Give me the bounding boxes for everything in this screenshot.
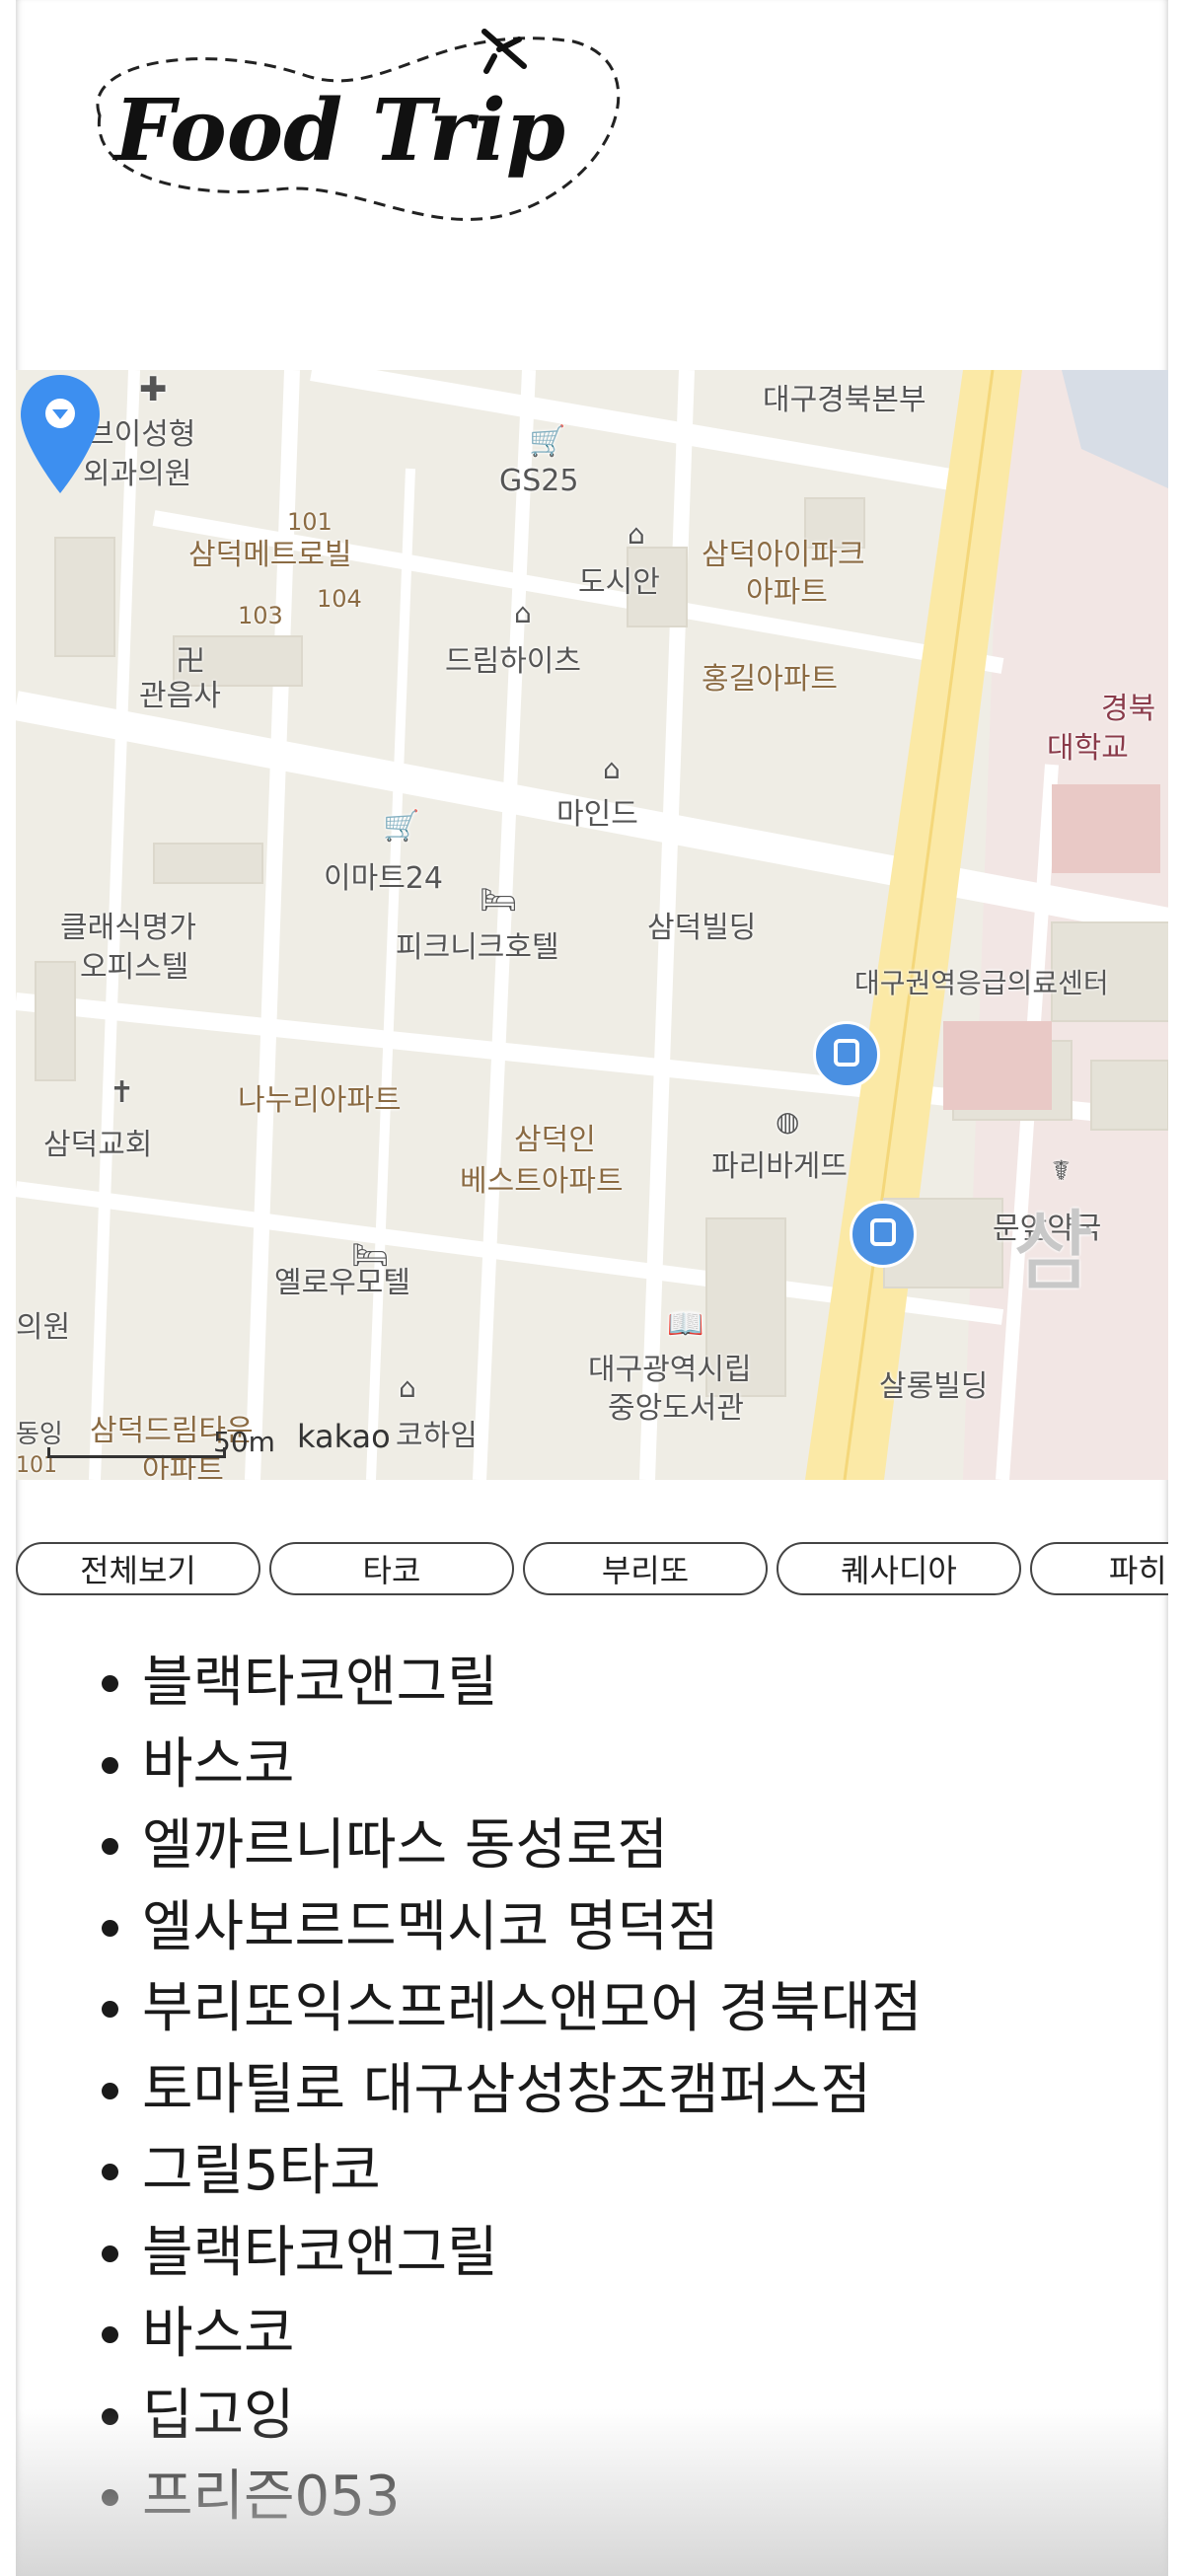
list-item[interactable]: 그릴5타코 [142,2131,1168,2213]
map-label: 나누리아파트 [238,1083,402,1118]
map-label: 대학교 [1047,731,1129,766]
map-label: 삼덕빌딩 [647,911,757,945]
library-icon: 📖 [667,1307,704,1342]
list-item[interactable]: 바스코 [142,1725,1168,1806]
map-label: 대구경북본부 [763,383,926,417]
list-item[interactable]: 토마틸로 대구삼성창조캠퍼스점 [142,2050,1168,2132]
map-label: 홍길아파트 [702,662,838,697]
map[interactable]: ✚ 🛒 ⌂ ⌂ 卍 ⌂ 🛒 🛏 ✝ ◍ ☤ 🛏 📖 ⌂ 대구경북본부 브이성형 … [16,370,1168,1480]
map-label: 삼덕교회 [43,1128,153,1162]
header: Food Trip [16,0,1168,370]
food-trip-logo[interactable]: Food Trip [60,22,632,249]
list-item[interactable]: 엘까르니따스 동성로점 [142,1805,1168,1887]
list-item[interactable]: 블랙타코앤그릴 [142,2213,1168,2295]
map-label: 대구광역시립 [588,1353,752,1387]
list-item[interactable]: 부리또익스프레스앤모어 경북대점 [142,1968,1168,2050]
map-label: 오피스텔 [80,950,189,985]
map-label: 104 [317,585,362,613]
map-label: 코하임 [396,1419,478,1453]
map-scale-bar [47,1447,226,1458]
church-icon: ✝ [110,1075,135,1110]
map-label: 동잉 [16,1420,63,1449]
list-item[interactable]: 프리즌053 [142,2457,1168,2539]
tab-taco[interactable]: 타코 [269,1542,514,1595]
tab-all[interactable]: 전체보기 [16,1542,260,1595]
map-scale-label: 50m [213,1426,275,1458]
map-provider-logo: kakao [297,1418,391,1455]
map-label: 삼덕인 [514,1123,596,1157]
bus-stop-icon[interactable] [850,1201,917,1268]
tab-burrito[interactable]: 부리또 [523,1542,768,1595]
list-item[interactable]: 블랙타코앤그릴 [142,1643,1168,1725]
map-label: 옐로우모텔 [274,1266,410,1300]
list-item[interactable]: 딥고잉 [142,2376,1168,2458]
logo-airplane-icon [481,29,527,74]
hotel-icon: 🛏 [480,883,518,918]
map-label: 103 [238,602,283,629]
restaurant-list: 블랙타코앤그릴 바스코 엘까르니따스 동성로점 엘사보르드멕시코 명덕점 부리또… [16,1643,1168,2539]
map-label: 클래식명가 [60,911,196,945]
map-label: 관음사 [139,679,221,713]
building-icon: ⌂ [514,597,532,629]
location-marker-icon[interactable] [16,370,105,498]
tab-fajita[interactable]: 파히타 [1030,1542,1168,1595]
convenience-store-icon: 🛒 [383,809,420,844]
map-label: 마인드 [556,797,638,832]
logo-text: Food Trip [111,81,565,181]
category-tabs: 전체보기 타코 부리또 퀘사디아 파히타 [16,1542,1168,1599]
building-icon: ⌂ [628,518,645,551]
map-label: 삼 [1012,1200,1094,1303]
map-label: 대구권역응급의료센터 [854,967,1109,999]
map-label: 이마트24 [324,861,443,896]
map-label: 경북 [1101,692,1156,726]
map-label: 살롱빌딩 [879,1369,989,1404]
list-item[interactable]: 엘사보르드멕시코 명덕점 [142,1887,1168,1969]
building-icon: ⌂ [399,1371,416,1404]
convenience-store-icon: 🛒 [529,424,566,459]
map-label: 드림하이츠 [445,644,581,679]
map-label: 아파트 [746,575,828,610]
map-label: 중앙도서관 [608,1391,744,1426]
map-label: 삼덕메트로빌 [188,538,352,572]
map-label: 베스트아파트 [460,1164,624,1199]
map-label: 파리바게뜨 [711,1149,848,1184]
hospital-icon: ✚ [139,370,168,409]
map-label: 도시안 [578,565,660,600]
tab-quesadilla[interactable]: 퀘사디아 [777,1542,1021,1595]
map-label: 의원 [16,1310,71,1345]
map-label: 피크니크호텔 [396,930,559,965]
bakery-icon: ◍ [776,1105,800,1138]
map-label: GS25 [499,464,579,498]
building-icon: ⌂ [603,753,621,785]
bus-stop-icon[interactable] [813,1021,880,1088]
list-item[interactable]: 바스코 [142,2294,1168,2376]
